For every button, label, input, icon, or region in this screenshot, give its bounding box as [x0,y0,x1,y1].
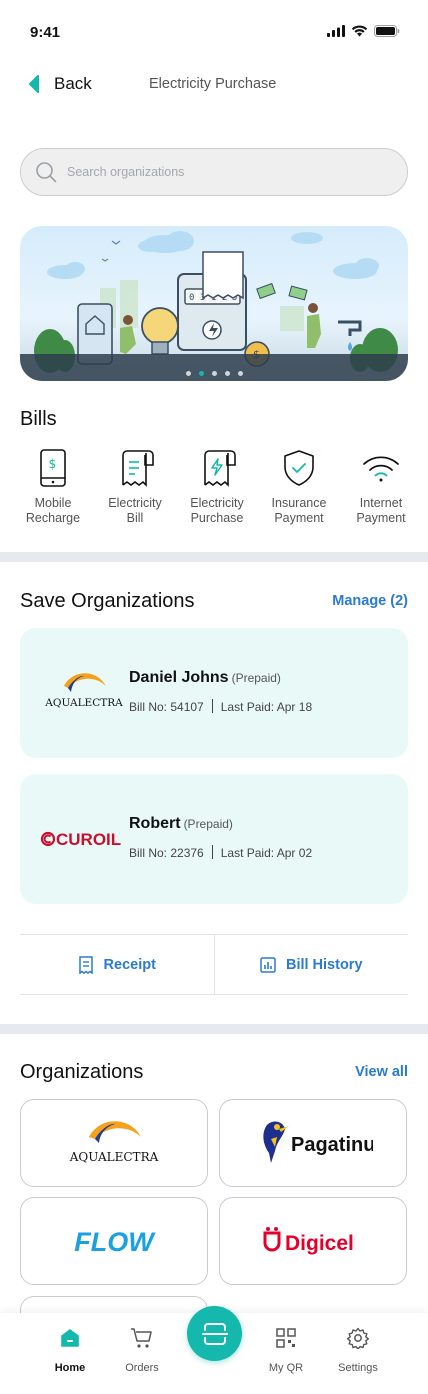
org-tile-flow[interactable]: FLOW [20,1197,208,1285]
scan-button[interactable] [187,1306,242,1361]
digicel-logo: Digicel [263,1227,354,1255]
org-meta: Bill No: 54107 Last Paid: Apr 18 [129,699,313,714]
pagatinu-logo: Pagatinu [263,1121,373,1163]
view-all-link[interactable]: View all [355,1064,408,1080]
svg-text:Digicel: Digicel [285,1232,354,1255]
nav-header: Back Electricity Purchase [0,66,428,102]
wifi-icon [363,456,399,482]
organizations-heading: Organizations [20,1061,144,1083]
signal-icon [327,25,345,37]
svg-text:0: 0 [189,293,194,303]
bill-insurance-payment[interactable]: Insurance Payment [258,446,340,526]
carousel-dots[interactable] [20,371,408,376]
tab-orders[interactable]: Orders [112,1327,172,1374]
scan-icon [201,1322,228,1345]
carousel-dot[interactable] [185,371,191,376]
svg-text:CUROIL: CUROIL [56,830,121,849]
qr-code-icon [276,1328,296,1348]
bar-chart-icon [260,956,276,973]
org-name: Robert (Prepaid) [129,815,233,832]
electricity-illustration: 0 3 1 2 5 $ [20,231,408,381]
aqualectra-logo: AQUALECTRA [69,1121,159,1164]
bill-electricity-purchase[interactable]: Electricity Purchase [176,446,258,526]
org-tile-digicel[interactable]: Digicel [219,1197,407,1285]
cart-icon [131,1328,152,1348]
svg-text:AQUALECTRA: AQUALECTRA [44,697,123,709]
back-button[interactable]: Back [28,74,92,94]
battery-icon [374,25,400,37]
carousel-dot[interactable] [237,371,243,376]
carousel-dot-active[interactable] [198,371,204,376]
svg-text:Pagatinu: Pagatinu [291,1134,373,1156]
insurance-shield-icon [284,450,314,486]
flow-logo: FLOW [74,1227,156,1257]
org-tile-aqualectra[interactable]: AQUALECTRA [20,1099,208,1187]
svg-text:FLOW: FLOW [74,1227,156,1257]
bills-shortcuts: $ Mobile Recharge Electricity Bill Electri… [12,446,422,526]
back-arrow-icon [29,75,39,93]
section-divider [0,552,428,562]
aqualectra-logo: AQUALECTRA [38,666,130,720]
org-meta: Bill No: 22376 Last Paid: Apr 02 [129,845,313,860]
receipt-button[interactable]: Receipt [20,935,214,994]
mobile-recharge-icon: $ [40,449,66,487]
search-icon [36,162,57,183]
section-divider [0,1024,428,1034]
status-time: 9:41 [30,24,61,41]
svg-text:AQUALECTRA: AQUALECTRA [69,1150,159,1164]
gear-icon [347,1327,369,1349]
curoil-logo: CUROIL [38,812,130,866]
carousel-dot[interactable] [211,371,217,376]
home-icon [61,1329,79,1347]
saved-organizations-heading: Save Organizations [20,590,195,612]
bill-internet-payment[interactable]: Internet Payment [340,446,422,526]
bill-history-button[interactable]: Bill History [213,935,409,994]
manage-link[interactable]: Manage (2) [332,593,408,609]
electricity-bill-icon [122,450,154,487]
bill-electricity-bill[interactable]: Electricity Bill [94,446,176,526]
carousel-dot[interactable] [224,371,230,376]
svg-text:$: $ [49,457,57,471]
search-bar[interactable] [20,148,408,196]
electricity-purchase-icon [204,450,236,487]
page-title: Electricity Purchase [149,76,277,92]
saved-actions: Receipt Bill History [20,934,408,995]
tab-home[interactable]: Home [40,1327,100,1374]
bills-heading: Bills [20,408,57,430]
saved-org-card[interactable]: CUROIL Robert (Prepaid) Bill No: 22376 Las… [20,774,408,904]
bill-mobile-recharge[interactable]: $ Mobile Recharge [12,446,94,526]
org-tile-pagatinu[interactable]: Pagatinu [219,1099,407,1187]
org-name: Daniel Johns (Prepaid) [129,669,281,686]
receipt-icon [78,955,93,974]
wifi-status-icon [351,25,368,37]
status-bar: 9:41 [0,0,428,60]
promo-banner[interactable]: 0 3 1 2 5 $ [20,226,408,381]
tab-settings[interactable]: Settings [328,1327,388,1374]
back-label: Back [54,74,92,93]
search-input[interactable] [67,165,387,179]
tab-my-qr[interactable]: My QR [256,1327,316,1374]
saved-org-card[interactable]: AQUALECTRA Daniel Johns (Prepaid) Bill No… [20,628,408,758]
